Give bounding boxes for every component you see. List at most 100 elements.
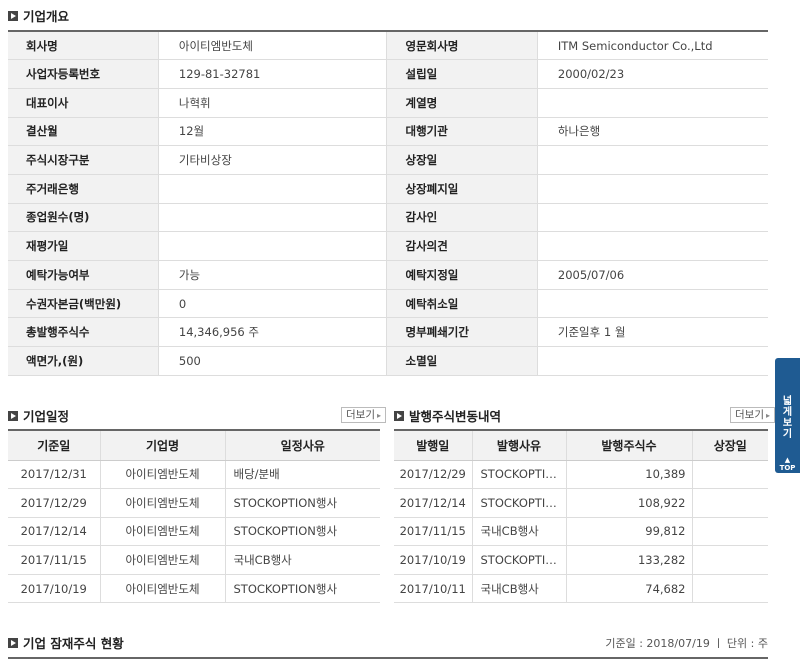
field-value — [157, 174, 388, 204]
overview-row: 총발행주식수 14,346,956 주 명부폐쇄기간 기준일후 1 월 — [8, 317, 768, 348]
field-label: 예탁지정일 — [386, 260, 538, 290]
table-row: 2017/12/14 STOCKOPTI… 108,922 — [394, 488, 768, 518]
field-value — [157, 231, 388, 261]
table-cell — [691, 517, 768, 547]
field-value: 500 — [157, 346, 388, 376]
table-cell: 10,389 — [565, 460, 692, 490]
field-label: 설립일 — [386, 59, 538, 89]
field-value — [536, 88, 768, 118]
column-header: 발행주식수 — [565, 430, 692, 461]
field-value: 12월 — [157, 117, 388, 147]
overview-row: 회사명 아이티엠반도체 영문회사명 ITM Semiconductor Co.,Ltd — [8, 31, 768, 61]
field-value: ITM Semiconductor Co.,Ltd — [536, 31, 768, 61]
table-row: 2017/12/29 아이티엠반도체 STOCKOPTION행사 — [8, 488, 380, 518]
overview-row: 재평가일 감사의견 — [8, 231, 768, 261]
divider — [8, 657, 768, 659]
overview-row: 사업자등록번호 129-81-32781 설립일 2000/02/23 — [8, 59, 768, 89]
field-label: 주거래은행 — [8, 174, 159, 204]
table-row: 2017/12/29 STOCKOPTI… 10,389 — [394, 460, 768, 490]
field-label: 영문회사명 — [386, 31, 538, 61]
field-label: 재평가일 — [8, 231, 159, 261]
field-value: 0 — [157, 289, 388, 319]
table-cell — [691, 574, 768, 604]
overview-table: 회사명 아이티엠반도체 영문회사명 ITM Semiconductor Co.,Ltd… — [8, 30, 768, 376]
table-row: 2017/10/11 국내CB행사 74,682 — [394, 574, 768, 604]
table-cell: 아이티엠반도체 — [99, 488, 225, 518]
table-cell: STOCKOPTION행사 — [224, 574, 380, 604]
table-cell — [691, 545, 768, 575]
field-label: 액면가,(원) — [8, 346, 159, 376]
table-cell: 2017/12/29 — [394, 460, 472, 490]
column-header: 일정사유 — [224, 430, 380, 461]
schedule-table: 기준일 기업명 일정사유 2017/12/31 아이티엠반도체 배당/분배 2017/12… — [8, 429, 380, 604]
section-bullet-icon — [394, 410, 404, 421]
scroll-top-button[interactable]: ▲ TOP — [775, 456, 800, 472]
field-value: 129-81-32781 — [157, 59, 388, 89]
table-row: 2017/11/15 아이티엠반도체 국내CB행사 — [8, 545, 380, 575]
table-cell: 133,282 — [565, 545, 692, 575]
field-value — [536, 145, 768, 175]
field-label: 예탁취소일 — [386, 289, 538, 319]
table-cell: 2017/10/11 — [394, 574, 472, 604]
table-cell: 2017/12/31 — [8, 460, 100, 490]
table-cell: 아이티엠반도체 — [99, 460, 225, 490]
wide-view-button[interactable]: 넓게보기 — [775, 396, 800, 440]
reference-note: 기준일 : 2018/07/19 ㅣ 단위 : 주 — [605, 637, 768, 650]
field-value — [536, 289, 768, 319]
overview-row: 결산월 12월 대행기관 하나은행 — [8, 117, 768, 147]
field-value: 기준일후 1 월 — [536, 317, 768, 348]
overview-row: 예탁가능여부 가능 예탁지정일 2005/07/06 — [8, 260, 768, 290]
field-value: 하나은행 — [536, 117, 768, 147]
column-header: 상장일 — [691, 430, 768, 461]
field-label: 소멸일 — [386, 346, 538, 376]
table-cell: STOCKOPTI… — [471, 545, 566, 575]
side-tab: 넓게보기 ▲ TOP — [775, 358, 800, 473]
table-row: 2017/11/15 국내CB행사 99,812 — [394, 517, 768, 547]
overview-row: 주거래은행 상장폐지일 — [8, 174, 768, 204]
schedule-title: 기업일정 — [8, 406, 69, 425]
issuance-title: 발행주식변동내역 — [394, 406, 501, 425]
table-cell: 국내CB행사 — [471, 574, 566, 604]
field-value: 나혁휘 — [157, 88, 388, 118]
table-cell: STOCKOPTI… — [471, 460, 566, 490]
overview-row: 액면가,(원) 500 소멸일 — [8, 346, 768, 376]
field-value — [157, 203, 388, 233]
column-header: 기준일 — [8, 430, 100, 461]
table-cell: 국내CB행사 — [224, 545, 380, 575]
section-bullet-icon — [8, 10, 18, 21]
table-cell: 99,812 — [565, 517, 692, 547]
schedule-more-button[interactable]: 더보기 — [341, 407, 386, 423]
table-cell: 74,682 — [565, 574, 692, 604]
table-cell: 2017/12/29 — [8, 488, 100, 518]
issuance-more-button[interactable]: 더보기 — [730, 407, 775, 423]
field-value: 2000/02/23 — [536, 59, 768, 89]
table-cell: STOCKOPTION행사 — [224, 488, 380, 518]
table-row: 2017/10/19 아이티엠반도체 STOCKOPTION행사 — [8, 574, 380, 604]
field-label: 감사인 — [386, 203, 538, 233]
field-label: 종업원수(명) — [8, 203, 159, 233]
overview-title: 기업개요 — [8, 6, 69, 25]
field-label: 결산월 — [8, 117, 159, 147]
table-cell — [691, 488, 768, 518]
table-cell: 2017/12/14 — [8, 517, 100, 547]
section-bullet-icon — [8, 637, 18, 648]
table-cell: STOCKOPTI… — [471, 488, 566, 518]
table-row: 2017/12/31 아이티엠반도체 배당/분배 — [8, 460, 380, 490]
table-cell: 2017/11/15 — [394, 517, 472, 547]
table-cell: 2017/10/19 — [8, 574, 100, 604]
table-cell: 2017/12/14 — [394, 488, 472, 518]
field-label: 예탁가능여부 — [8, 260, 159, 290]
field-label: 대행기관 — [386, 117, 538, 147]
table-cell: 국내CB행사 — [471, 517, 566, 547]
table-cell: 108,922 — [565, 488, 692, 518]
overview-row: 주식시장구분 기타비상장 상장일 — [8, 145, 768, 175]
field-value — [536, 346, 768, 376]
column-header: 발행사유 — [471, 430, 566, 461]
field-label: 대표이사 — [8, 88, 159, 118]
field-label: 회사명 — [8, 31, 159, 61]
column-header: 발행일 — [394, 430, 472, 461]
section-bullet-icon — [8, 410, 18, 421]
field-value: 기타비상장 — [157, 145, 388, 175]
field-value — [536, 203, 768, 233]
table-cell: 배당/분배 — [224, 460, 380, 490]
